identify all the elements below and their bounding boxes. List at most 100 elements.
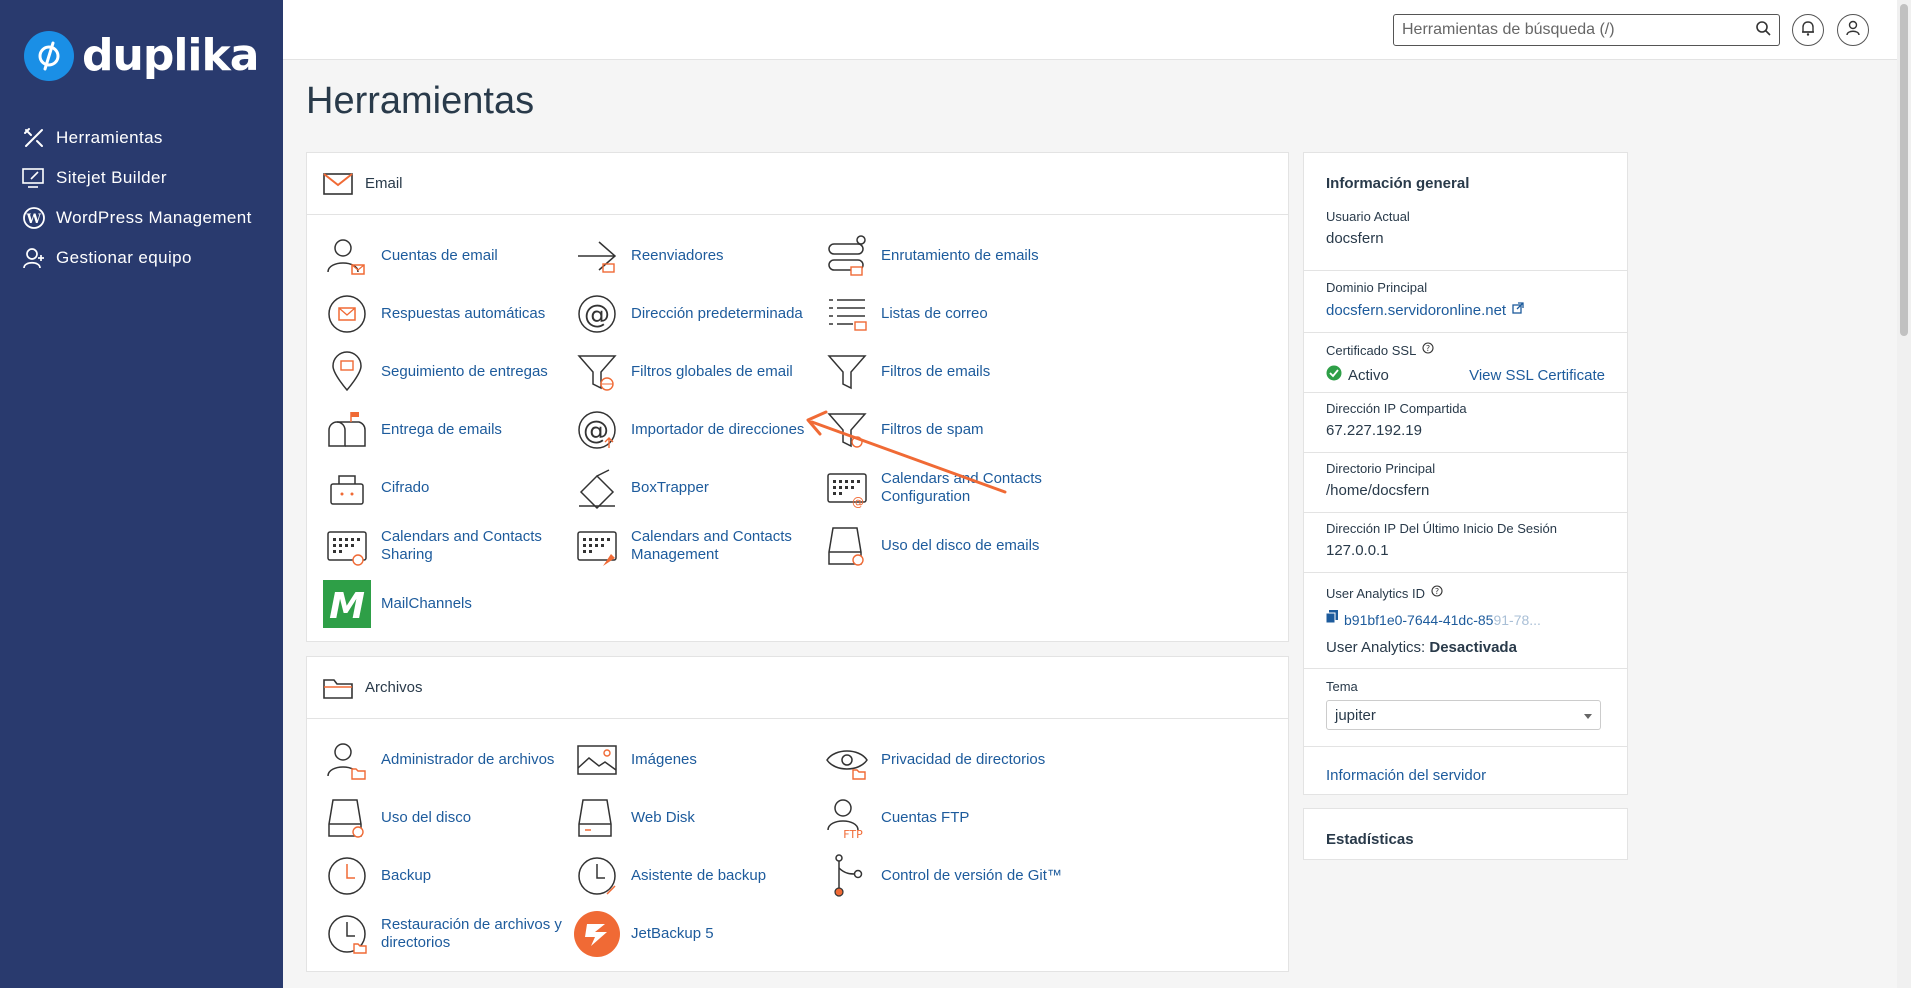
logo-mark-icon <box>24 30 74 81</box>
analytics-id[interactable]: b91bf1e0-7644-41dc-85 <box>1344 612 1493 628</box>
view-ssl-link[interactable]: View SSL Certificate <box>1469 367 1605 384</box>
tool-web-disk[interactable]: Web Disk <box>573 794 816 842</box>
tool-cifrado[interactable]: Cifrado <box>323 464 566 512</box>
domain-link[interactable]: docsfern.servidoronline.net <box>1326 302 1506 319</box>
user-email-icon <box>323 232 371 280</box>
help-icon[interactable]: ? <box>1431 584 1443 602</box>
tool-uso-disco[interactable]: Uso del disco <box>323 794 566 842</box>
info-label: Usuario Actual <box>1326 209 1410 224</box>
info-label: Directorio Principal <box>1326 461 1436 476</box>
tool-label: Filtros de emails <box>881 363 991 380</box>
sidebar-item-label: Herramientas <box>56 128 163 147</box>
tool-label: Calendars and Contacts Sharing <box>381 528 542 563</box>
mailchannels-logo-icon: M <box>323 580 371 628</box>
bell-icon <box>1801 20 1815 41</box>
ssl-status: Activo <box>1348 367 1389 384</box>
tool-filtros-spam[interactable]: Filtros de spam <box>823 406 1066 454</box>
tool-label: Restauración de archivos y directorios <box>381 916 562 951</box>
disk-icon <box>323 794 371 842</box>
envelope-icon <box>323 172 353 195</box>
tool-administrador-archivos[interactable]: Administrador de archivos <box>323 736 566 784</box>
copy-icon[interactable] <box>1325 610 1338 629</box>
tool-imagenes[interactable]: Imágenes <box>573 736 816 784</box>
tool-label: Web Disk <box>631 809 695 826</box>
tool-calendars-management[interactable]: Calendars and Contacts Management <box>573 522 816 570</box>
tool-label: Importador de direcciones <box>631 421 805 438</box>
search-icon[interactable] <box>1755 20 1771 41</box>
user-menu-button[interactable] <box>1837 14 1869 46</box>
tool-cuentas-email[interactable]: Cuentas de email <box>323 232 566 280</box>
sidebar: duplika Herramientas Sitejet Builder W W… <box>0 0 283 988</box>
sidebar-item-label: WordPress Management <box>56 208 252 227</box>
tool-label: Calendars and Contacts Configuration <box>881 470 1042 505</box>
tool-calendars-configuration[interactable]: @ Calendars and Contacts Configuration <box>823 464 1066 512</box>
info-last-login-ip: Dirección IP Del Último Inicio De Sesión… <box>1304 513 1627 573</box>
tool-importador-direcciones[interactable]: @ Importador de direcciones <box>573 406 816 454</box>
tool-label: Respuestas automáticas <box>381 305 546 322</box>
tool-calendars-sharing[interactable]: Calendars and Contacts Sharing <box>323 522 566 570</box>
theme-select[interactable]: jupiter <box>1326 700 1601 730</box>
external-link-icon[interactable] <box>1512 301 1524 319</box>
search-box[interactable] <box>1393 14 1780 46</box>
backup-clock-icon <box>323 852 371 900</box>
tool-respuestas-automaticas[interactable]: Respuestas automáticas <box>323 290 566 338</box>
git-branch-icon <box>823 852 871 900</box>
tool-filtros-emails[interactable]: Filtros de emails <box>823 348 1066 396</box>
tool-enrutamiento-emails[interactable]: Enrutamiento de emails <box>823 232 1066 280</box>
backup-wizard-icon <box>573 852 621 900</box>
sidebar-item-gestionar-equipo[interactable]: Gestionar equipo <box>22 238 252 278</box>
help-icon[interactable]: ? <box>1422 341 1434 359</box>
tool-reenviadores[interactable]: Reenviadores <box>573 232 816 280</box>
brand-logo[interactable]: duplika <box>24 30 259 81</box>
page-scrollbar[interactable] <box>1897 0 1911 988</box>
server-info-link[interactable]: Información del servidor <box>1326 767 1486 784</box>
files-panel-header[interactable]: Archivos <box>307 657 1288 719</box>
tool-restauracion-archivos[interactable]: Restauración de archivos y directorios <box>323 910 566 958</box>
tool-label: BoxTrapper <box>631 479 709 496</box>
restore-files-icon <box>323 910 371 958</box>
email-panel-header[interactable]: Email <box>307 153 1288 215</box>
ftp-user-icon: FTP <box>823 794 871 842</box>
tool-backup[interactable]: Backup <box>323 852 566 900</box>
tool-label: Backup <box>381 867 432 884</box>
sidebar-item-sitejet[interactable]: Sitejet Builder <box>22 158 252 198</box>
tool-filtros-globales[interactable]: Filtros globales de email <box>573 348 816 396</box>
tool-privacidad-directorios[interactable]: Privacidad de directorios <box>823 736 1066 784</box>
tool-direccion-predeterminada[interactable]: @ Dirección predeterminada <box>573 290 816 338</box>
tool-boxtrapper[interactable]: BoxTrapper <box>573 464 816 512</box>
tool-label: Privacidad de directorios <box>881 751 1046 768</box>
svg-text:?: ? <box>1426 344 1430 353</box>
files-panel: Archivos Administrador de archivos Imáge… <box>306 656 1289 972</box>
info-label: Tema <box>1326 679 1358 694</box>
info-user-analytics: User Analytics ID ? b91bf1e0-7644-41dc-8… <box>1304 573 1627 669</box>
tool-uso-disco-emails[interactable]: Uso del disco de emails <box>823 522 1066 570</box>
global-filter-icon <box>573 348 621 396</box>
info-value: 127.0.0.1 <box>1326 542 1389 559</box>
encryption-icon <box>323 464 371 512</box>
at-import-icon: @ <box>573 406 621 454</box>
tool-label: Enrutamiento de emails <box>881 247 1039 264</box>
search-input[interactable] <box>1402 21 1755 39</box>
sidebar-item-wordpress[interactable]: W WordPress Management <box>22 198 252 238</box>
general-info-panel: Información general Usuario Actual docsf… <box>1303 152 1628 795</box>
tool-entrega-emails[interactable]: Entrega de emails <box>323 406 566 454</box>
info-value: docsfern <box>1326 230 1384 247</box>
scrollbar-thumb[interactable] <box>1900 4 1908 336</box>
sidebar-item-herramientas[interactable]: Herramientas <box>22 118 252 158</box>
jetbackup-logo-icon <box>573 910 621 958</box>
tool-jetbackup[interactable]: JetBackup 5 <box>573 910 816 958</box>
tool-label: Entrega de emails <box>381 421 502 438</box>
tool-mailchannels[interactable]: M MailChannels <box>323 580 566 628</box>
top-bar <box>283 0 1897 60</box>
notifications-button[interactable] <box>1792 14 1824 46</box>
sidebar-nav: Herramientas Sitejet Builder W WordPress… <box>22 118 252 278</box>
tool-git-version-control[interactable]: Control de versión de Git™ <box>823 852 1066 900</box>
tool-asistente-backup[interactable]: Asistente de backup <box>573 852 816 900</box>
info-current-user: Usuario Actual docsfern <box>1304 209 1627 271</box>
tool-seguimiento-entregas[interactable]: Seguimiento de entregas <box>323 348 566 396</box>
file-manager-icon <box>323 736 371 784</box>
tool-listas-correo[interactable]: Listas de correo <box>823 290 1066 338</box>
caret-down-icon <box>1584 707 1592 724</box>
info-theme: Tema jupiter <box>1304 669 1627 747</box>
tool-cuentas-ftp[interactable]: FTP Cuentas FTP <box>823 794 1066 842</box>
